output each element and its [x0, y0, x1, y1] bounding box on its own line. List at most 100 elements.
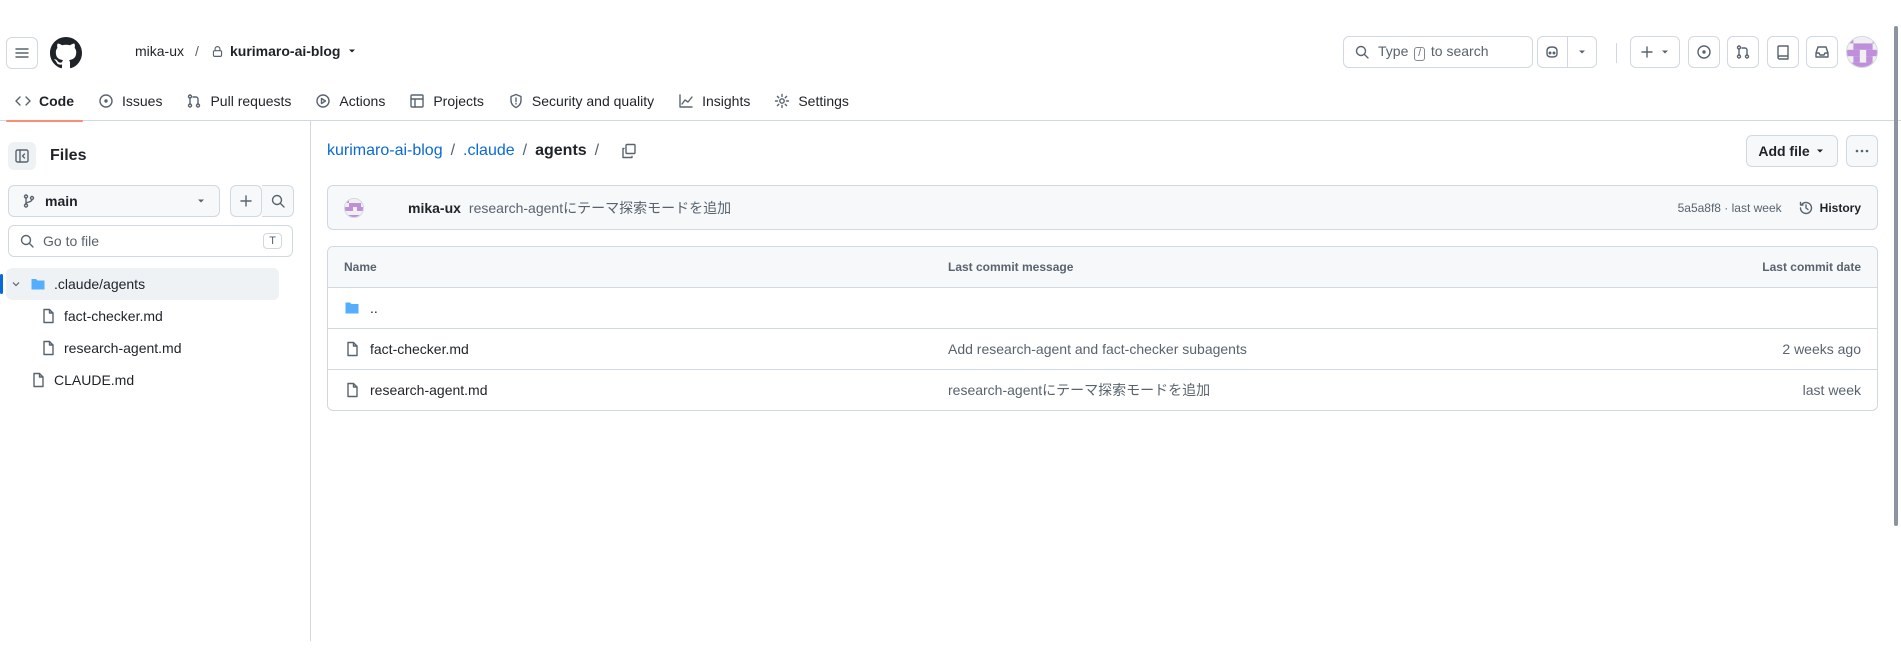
file-tree-sidebar: Files main Go to file T .claude/agents f…: [0, 121, 311, 641]
commit-message-link[interactable]: research-agentにテーマ探索モードを追加: [948, 380, 1617, 400]
tab-issues[interactable]: Issues: [89, 81, 171, 121]
tab-actions[interactable]: Actions: [306, 81, 394, 121]
copilot-button[interactable]: [1538, 37, 1567, 67]
hamburger-icon: [15, 48, 29, 58]
tree-folder-claude-agents[interactable]: .claude/agents: [0, 268, 279, 300]
repo-tabs: Code Issues Pull requests Actions Projec…: [0, 81, 858, 122]
search-suffix: to search: [1430, 43, 1489, 59]
owner-repo-separator: /: [195, 43, 199, 59]
tab-label: Settings: [798, 93, 849, 109]
copilot-menu-button[interactable]: [1566, 37, 1596, 67]
pull-requests-button[interactable]: [1727, 36, 1759, 68]
go-to-file-shortcut: T: [263, 233, 282, 249]
copilot-icon: [1546, 46, 1559, 58]
commit-date: last week: [1802, 382, 1861, 398]
menu-button[interactable]: [6, 37, 38, 69]
go-to-file-input[interactable]: Go to file T: [8, 225, 293, 257]
chevron-down-icon: [1662, 50, 1668, 54]
tab-pull-requests[interactable]: Pull requests: [177, 81, 300, 121]
tree-file-claude-md[interactable]: CLAUDE.md: [0, 364, 311, 396]
add-file-tree-button[interactable]: [230, 185, 262, 217]
search-prefix: Type: [1378, 43, 1409, 59]
commit-meta[interactable]: 5a5a8f8 · last week: [1678, 201, 1782, 215]
tree-file-fact-checker[interactable]: fact-checker.md: [0, 300, 311, 332]
sidebar-collapse-icon: [15, 149, 29, 163]
add-file-button[interactable]: Add file: [1746, 135, 1838, 167]
search-icon: [20, 234, 34, 248]
breadcrumb-claude[interactable]: .claude: [463, 142, 515, 160]
breadcrumb-separator: /: [522, 142, 528, 159]
copy-path-button[interactable]: [621, 143, 637, 159]
play-icon: [316, 94, 331, 108]
files-header: Files: [8, 139, 302, 173]
file-icon: [43, 308, 54, 324]
scrollbar-thumb-icon: [1894, 26, 1898, 526]
file-table: Name Last commit message Last commit dat…: [327, 246, 1878, 411]
tab-security[interactable]: Security and quality: [499, 81, 663, 121]
graph-icon: [679, 94, 693, 108]
copy-icon: [622, 143, 636, 159]
history-label: History: [1819, 200, 1861, 215]
collapse-sidebar-button[interactable]: [8, 142, 36, 170]
breadcrumb-separator: /: [450, 142, 456, 159]
chevron-down-icon: [1578, 50, 1585, 54]
kebab-horizontal-icon: [1855, 149, 1869, 153]
repositories-button[interactable]: [1767, 36, 1799, 68]
git-branch-icon: [23, 194, 35, 208]
tab-code[interactable]: Code: [6, 81, 83, 122]
issues-button[interactable]: [1688, 36, 1720, 68]
create-new-button[interactable]: [1630, 36, 1680, 68]
more-options-button[interactable]: [1846, 135, 1878, 167]
breadcrumb-root[interactable]: kurimaro-ai-blog: [327, 142, 443, 160]
issue-icon: [99, 94, 113, 108]
commit-date: 2 weeks ago: [1782, 341, 1861, 357]
github-logo[interactable]: [50, 37, 82, 69]
top-header: mika-ux / kurimaro-ai-blog Type / to sea…: [0, 25, 1901, 122]
plus-icon: [1641, 46, 1653, 58]
table-row-parent[interactable]: ..: [328, 287, 1877, 328]
chevron-down-icon: [349, 49, 356, 53]
search-files-button[interactable]: [262, 185, 294, 217]
commit-author[interactable]: mika-ux: [408, 200, 461, 216]
tree-file-research-agent[interactable]: research-agent.md: [0, 332, 311, 364]
search-input[interactable]: Type / to search: [1343, 36, 1533, 68]
tab-insights[interactable]: Insights: [669, 81, 759, 121]
pull-request-icon: [188, 94, 201, 108]
table-row[interactable]: research-agent.md research-agentにテーマ探索モー…: [328, 369, 1877, 410]
files-title: Files: [50, 147, 87, 164]
inbox-icon: [1815, 46, 1829, 58]
gear-icon: [775, 93, 790, 109]
lock-icon: [212, 45, 223, 57]
file-name-link[interactable]: research-agent.md: [370, 382, 488, 398]
chevron-down-icon: [1816, 149, 1823, 153]
commit-author-avatar[interactable]: [344, 197, 364, 218]
repo-icon: [1777, 45, 1789, 60]
tree-item-label: fact-checker.md: [64, 308, 163, 324]
repo-owner-link[interactable]: mika-ux: [135, 43, 184, 59]
notifications-button[interactable]: [1806, 36, 1838, 68]
file-tree: .claude/agents fact-checker.md research-…: [0, 268, 311, 396]
file-name-cell: research-agent.md: [328, 382, 948, 398]
go-to-file-placeholder: Go to file: [43, 233, 100, 249]
branch-selector[interactable]: main: [8, 185, 220, 217]
tab-projects[interactable]: Projects: [400, 81, 493, 121]
table-header-row: Name Last commit message Last commit dat…: [328, 247, 1877, 287]
tab-settings[interactable]: Settings: [765, 81, 858, 121]
user-avatar[interactable]: [1846, 36, 1878, 68]
folder-open-icon: [31, 279, 45, 290]
tree-item-label: .claude/agents: [54, 276, 146, 292]
file-name-cell: fact-checker.md: [328, 341, 948, 357]
page-scrollbar[interactable]: [1892, 26, 1900, 526]
column-header-message: Last commit message: [948, 260, 1074, 274]
file-name-link[interactable]: fact-checker.md: [370, 341, 469, 357]
code-icon: [15, 96, 31, 106]
file-icon: [347, 341, 358, 357]
tab-label: Security and quality: [531, 93, 655, 109]
commit-message[interactable]: research-agentにテーマ探索モードを追加: [469, 198, 731, 218]
parent-dir-link[interactable]: ..: [370, 300, 378, 316]
repo-name-dropdown[interactable]: kurimaro-ai-blog: [211, 43, 358, 59]
commit-message-link[interactable]: Add research-agent and fact-checker suba…: [948, 341, 1617, 357]
table-icon: [410, 94, 425, 108]
history-button[interactable]: History: [1798, 200, 1861, 216]
table-row[interactable]: fact-checker.md Add research-agent and f…: [328, 328, 1877, 369]
